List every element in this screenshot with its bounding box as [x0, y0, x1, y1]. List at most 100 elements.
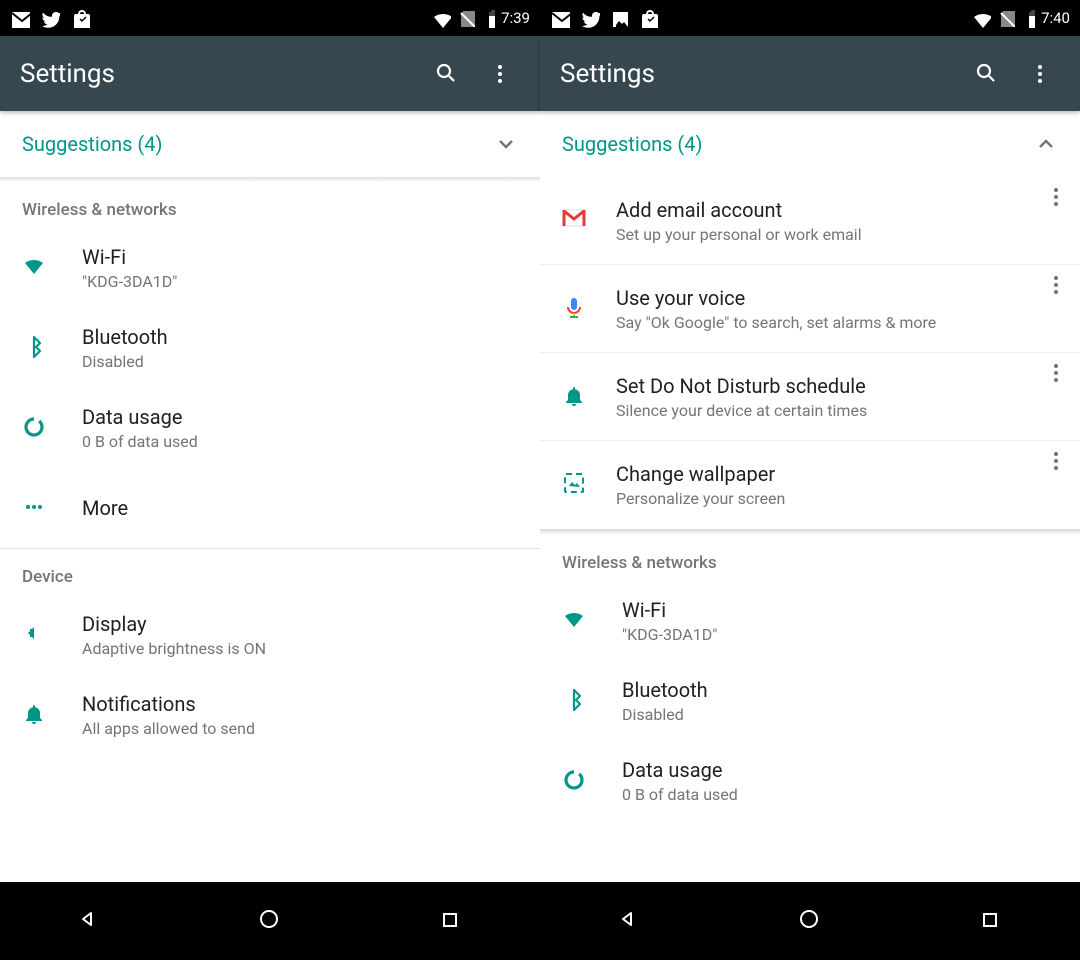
nosim-status-icon — [997, 9, 1015, 27]
bluetooth-item[interactable]: Bluetooth Disabled — [0, 308, 540, 388]
search-icon[interactable] — [434, 61, 460, 87]
suggestions-header[interactable]: Suggestions (4) — [0, 111, 540, 177]
sugg-sub: Set up your personal or work email — [616, 225, 1034, 244]
nosim-status-icon — [457, 9, 475, 27]
phone-right: 7:40 Settings Suggestions (4) Add email … — [540, 0, 1080, 960]
wifi-status-icon — [431, 8, 451, 28]
bell-icon — [562, 384, 588, 410]
wifi-icon — [22, 254, 50, 282]
back-button[interactable] — [616, 907, 644, 935]
wallpaper-icon — [562, 471, 590, 499]
wifi-title: Wi-Fi — [622, 598, 1058, 622]
chevron-up-icon — [1034, 132, 1058, 156]
suggestion-more-icon[interactable] — [1044, 361, 1066, 383]
status-bar: 7:39 — [0, 0, 540, 36]
wifi-sub: "KDG-3DA1D" — [622, 625, 1058, 644]
sugg-title: Add email account — [616, 198, 1034, 222]
battery-status-icon — [481, 8, 495, 28]
more-item[interactable]: More — [0, 468, 540, 548]
data-usage-item[interactable]: Data usage 0 B of data used — [540, 741, 1080, 821]
gmail-status-icon — [550, 8, 570, 28]
battery-status-icon — [1021, 8, 1035, 28]
suggestion-more-icon[interactable] — [1044, 273, 1066, 295]
sugg-title: Change wallpaper — [616, 462, 1034, 486]
app-bar: Settings — [0, 36, 540, 111]
page-title: Settings — [560, 59, 974, 89]
bell-icon — [22, 702, 48, 728]
phone-left: 7:39 Settings Suggestions (4) Wireless &… — [0, 0, 540, 960]
overflow-menu-icon[interactable] — [488, 62, 512, 86]
status-time: 7:39 — [501, 9, 530, 27]
more-horiz-icon — [22, 495, 48, 521]
notif-sub: All apps allowed to send — [82, 719, 518, 738]
notif-title: Notifications — [82, 692, 518, 716]
suggestion-dnd[interactable]: Set Do Not Disturb schedule Silence your… — [540, 353, 1080, 441]
home-button[interactable] — [797, 907, 825, 935]
bluetooth-icon — [562, 688, 588, 714]
search-icon[interactable] — [974, 61, 1000, 87]
wifi-status-icon — [971, 8, 991, 28]
status-time: 7:40 — [1041, 9, 1070, 27]
wireless-header: Wireless & networks — [540, 535, 1080, 581]
overflow-menu-icon[interactable] — [1028, 62, 1052, 86]
page-title: Settings — [20, 59, 434, 89]
notifications-item[interactable]: Notifications All apps allowed to send — [0, 675, 540, 755]
data-usage-icon — [22, 415, 48, 441]
suggestion-add-email[interactable]: Add email account Set up your personal o… — [540, 177, 1080, 265]
brightness-icon — [22, 621, 50, 649]
data-sub: 0 B of data used — [622, 785, 1058, 804]
shop-status-icon — [70, 8, 90, 28]
back-button[interactable] — [76, 907, 104, 935]
sugg-sub: Say "Ok Google" to search, set alarms & … — [616, 313, 1034, 332]
bluetooth-title: Bluetooth — [622, 678, 1058, 702]
chevron-down-icon — [494, 132, 518, 156]
suggestions-header[interactable]: Suggestions (4) — [540, 111, 1080, 177]
photo-status-icon — [610, 9, 628, 27]
wifi-sub: "KDG-3DA1D" — [82, 272, 518, 291]
gmail-status-icon — [10, 8, 30, 28]
data-title: Data usage — [82, 405, 518, 429]
nav-bar — [0, 882, 540, 960]
sugg-title: Use your voice — [616, 286, 1034, 310]
twitter-status-icon — [40, 8, 60, 28]
wifi-title: Wi-Fi — [82, 245, 518, 269]
recents-button[interactable] — [438, 908, 464, 934]
suggestions-label: Suggestions (4) — [22, 132, 162, 156]
data-usage-icon — [562, 768, 588, 794]
twitter-status-icon — [580, 8, 600, 28]
wifi-item[interactable]: Wi-Fi "KDG-3DA1D" — [540, 581, 1080, 661]
suggestions-label: Suggestions (4) — [562, 132, 702, 156]
bluetooth-sub: Disabled — [82, 352, 518, 371]
wifi-item[interactable]: Wi-Fi "KDG-3DA1D" — [0, 228, 540, 308]
device-header: Device — [0, 549, 540, 595]
more-title: More — [82, 496, 518, 520]
sugg-sub: Personalize your screen — [616, 489, 1034, 508]
mic-icon — [562, 296, 588, 322]
display-sub: Adaptive brightness is ON — [82, 639, 518, 658]
bluetooth-title: Bluetooth — [82, 325, 518, 349]
data-title: Data usage — [622, 758, 1058, 782]
bluetooth-sub: Disabled — [622, 705, 1058, 724]
data-sub: 0 B of data used — [82, 432, 518, 451]
home-button[interactable] — [257, 907, 285, 935]
suggestion-more-icon[interactable] — [1044, 449, 1066, 471]
settings-content: Suggestions (4) Wireless & networks Wi-F… — [0, 111, 540, 882]
status-bar: 7:40 — [540, 0, 1080, 36]
gmail-icon — [562, 206, 592, 236]
display-item[interactable]: Display Adaptive brightness is ON — [0, 595, 540, 675]
wifi-icon — [562, 607, 590, 635]
suggestion-more-icon[interactable] — [1044, 185, 1066, 207]
bluetooth-icon — [22, 335, 48, 361]
sugg-title: Set Do Not Disturb schedule — [616, 374, 1034, 398]
bluetooth-item[interactable]: Bluetooth Disabled — [540, 661, 1080, 741]
settings-content: Suggestions (4) Add email account Set up… — [540, 111, 1080, 882]
shop-status-icon — [638, 8, 658, 28]
suggestion-wallpaper[interactable]: Change wallpaper Personalize your screen — [540, 441, 1080, 529]
app-bar: Settings — [540, 36, 1080, 111]
wireless-header: Wireless & networks — [0, 182, 540, 228]
suggestion-use-voice[interactable]: Use your voice Say "Ok Google" to search… — [540, 265, 1080, 353]
recents-button[interactable] — [978, 908, 1004, 934]
data-usage-item[interactable]: Data usage 0 B of data used — [0, 388, 540, 468]
sugg-sub: Silence your device at certain times — [616, 401, 1034, 420]
nav-bar — [540, 882, 1080, 960]
